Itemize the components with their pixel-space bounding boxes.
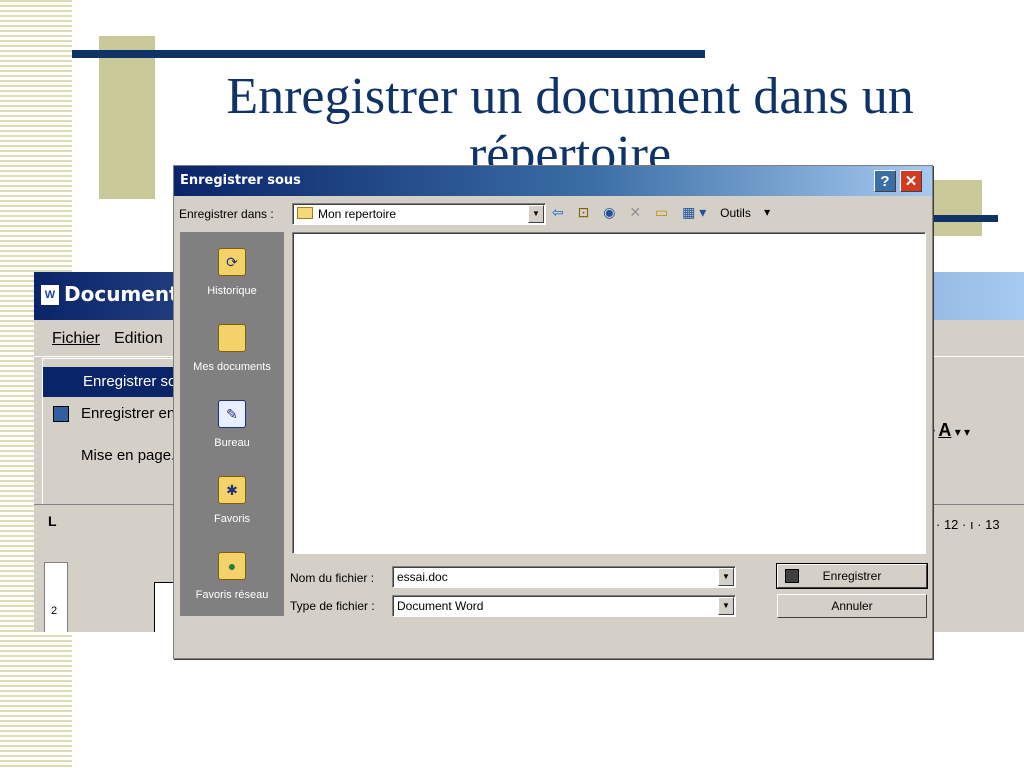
my-documents-icon (218, 324, 246, 352)
place-desktop-label: Bureau (214, 437, 250, 449)
place-network-favorites[interactable]: ● Favoris réseau (180, 544, 284, 618)
save-web-icon (53, 406, 69, 422)
place-history-label: Historique (207, 285, 257, 297)
slide-top-rule (72, 50, 705, 58)
save-button-label: Enregistrer (822, 569, 882, 583)
menu-item-save-web-label: Enregistrer en (81, 405, 176, 422)
save-button[interactable]: Enregistrer (776, 563, 928, 589)
dialog-toolbar: ⇦ ⊡ ◉ ✕ ▭ ▦ ▾ Outils ▾ (552, 203, 780, 225)
favorites-icon: ✱ (218, 476, 246, 504)
place-my-documents-label: Mes documents (193, 361, 271, 373)
desktop-icon: ✎ (218, 400, 246, 428)
vertical-ruler-number: 2 (51, 605, 58, 617)
folder-icon (297, 207, 313, 219)
save-as-dialog: Enregistrer sous ? ✕ Enregistrer dans : … (173, 165, 933, 659)
filetype-dropdown[interactable]: Document Word ▼ (392, 595, 736, 617)
word-app-icon: W (40, 284, 60, 306)
chevron-down-icon[interactable]: ▼ (528, 205, 544, 223)
tools-menu[interactable]: Outils ▾ (720, 205, 770, 220)
chevron-down-icon[interactable]: ▼ (718, 568, 734, 586)
menu-edition[interactable]: Edition (114, 330, 163, 348)
font-color-button[interactable]: ▾ A ▾ ▾ (929, 420, 970, 441)
filename-value: essai.doc (397, 570, 448, 584)
delete-icon[interactable]: ✕ (629, 204, 641, 221)
place-favorites-label: Favoris (213, 513, 251, 525)
network-favorites-icon: ● (218, 552, 246, 580)
up-folder-icon[interactable]: ⊡ (578, 204, 590, 221)
dialog-title: Enregistrer sous (180, 173, 301, 188)
dialog-title-bar[interactable]: Enregistrer sous ? ✕ (174, 166, 932, 196)
history-icon: ⟳ (218, 248, 246, 276)
filename-input[interactable]: essai.doc ▼ (392, 566, 736, 588)
close-button[interactable]: ✕ (900, 170, 922, 192)
tools-label: Outils (720, 205, 751, 220)
menu-fichier[interactable]: Fichier (52, 330, 100, 348)
place-history[interactable]: ⟳ Historique (180, 240, 284, 314)
place-favorites[interactable]: ✱ Favoris (180, 468, 284, 542)
file-menu-dropdown: Enregistrer so Enregistrer en Mise en pa… (42, 358, 223, 506)
chevron-down-icon[interactable]: ▼ (718, 597, 734, 615)
slide-right-rule (930, 215, 998, 222)
cancel-button[interactable]: Annuler (777, 594, 927, 618)
place-network-favorites-label: Favoris réseau (195, 589, 269, 601)
filename-label: Nom du fichier : (290, 571, 375, 585)
font-color-label: A (938, 420, 952, 440)
views-icon[interactable]: ▦ ▾ (682, 204, 706, 221)
new-folder-icon[interactable]: ▭ (655, 204, 668, 221)
save-in-label: Enregistrer dans : (179, 207, 274, 221)
ruler-numbers: · 12 · ı · 13 (936, 517, 1000, 532)
vertical-ruler: 2 (44, 562, 68, 632)
filetype-label: Type de fichier : (290, 599, 375, 613)
file-list[interactable] (292, 232, 926, 554)
places-bar: ⟳ Historique Mes documents ✎ Bureau ✱ Fa… (180, 232, 284, 616)
place-desktop[interactable]: ✎ Bureau (180, 392, 284, 466)
search-web-icon[interactable]: ◉ (603, 204, 615, 221)
back-icon[interactable]: ⇦ (552, 204, 564, 221)
filetype-value: Document Word (397, 599, 484, 613)
tab-stop-icon[interactable]: L (48, 513, 57, 529)
floppy-disk-icon (785, 569, 799, 583)
slide-olive-block (99, 36, 155, 199)
slide-olive-block-right (930, 180, 982, 236)
save-in-dropdown[interactable]: Mon repertoire ▼ (292, 203, 546, 225)
help-button[interactable]: ? (874, 170, 896, 192)
save-in-value: Mon repertoire (318, 207, 397, 221)
place-my-documents[interactable]: Mes documents (180, 316, 284, 390)
